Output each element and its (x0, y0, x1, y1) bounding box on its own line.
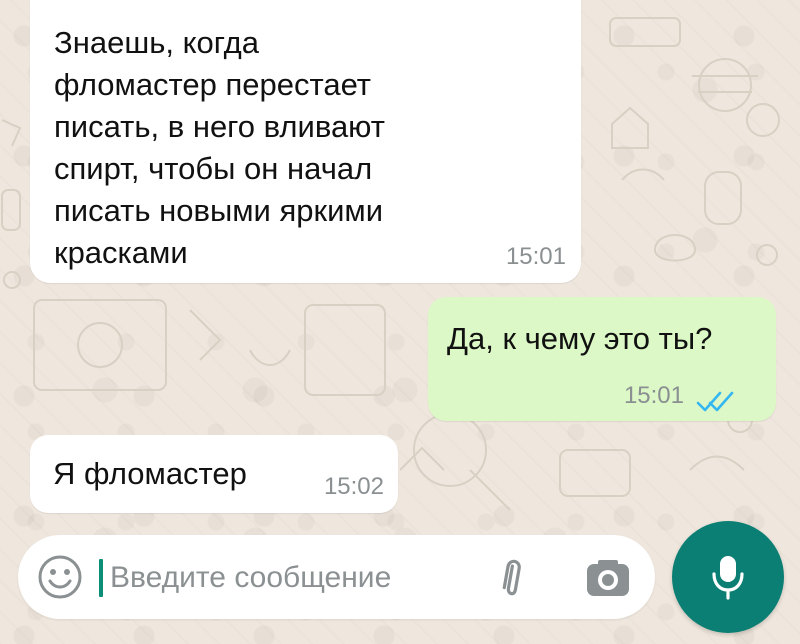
message-input[interactable] (110, 558, 450, 598)
outgoing-message-bubble[interactable]: Да, к чему это ты? 15:01 (428, 297, 776, 421)
message-time: 15:01 (623, 382, 684, 409)
double-check-icon (696, 391, 734, 412)
incoming-message-bubble[interactable]: Знаешь, когда фломастер перестает писать… (30, 0, 581, 283)
microphone-icon (712, 556, 744, 600)
message-text: Да, к чему это ты? (447, 321, 713, 356)
message-time: 15:02 (323, 473, 384, 500)
message-composer (18, 535, 655, 619)
message-text: Знаешь, когда фломастер перестает писать… (54, 25, 385, 270)
message-time: 15:01 (505, 243, 566, 270)
microphone-button[interactable] (672, 521, 784, 633)
message-text: Я фломастер (53, 456, 247, 491)
text-cursor (99, 559, 103, 597)
paperclip-icon[interactable] (486, 553, 536, 603)
emoji-icon[interactable] (36, 553, 84, 601)
incoming-message-bubble[interactable]: Я фломастер 15:02 (30, 435, 398, 513)
camera-icon[interactable] (583, 557, 633, 601)
